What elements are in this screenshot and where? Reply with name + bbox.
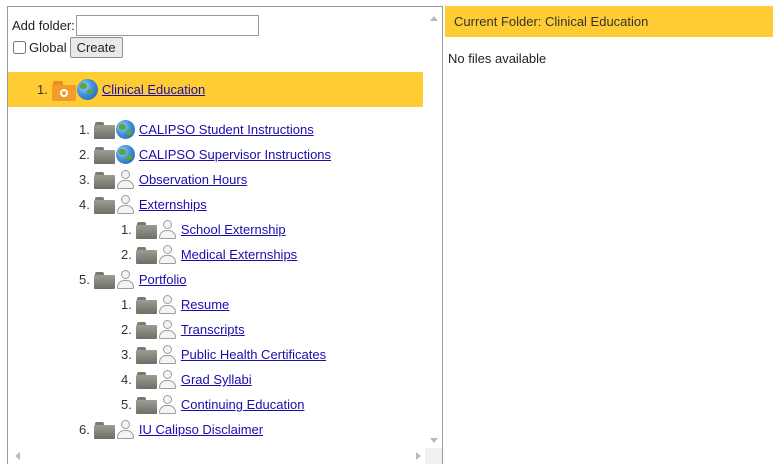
scroll-right-arrow-icon[interactable]: [416, 452, 421, 460]
scroll-up-arrow-icon[interactable]: [430, 16, 438, 21]
tree-item[interactable]: 6. IU Calipso Disclaimer: [79, 417, 263, 442]
tree-item[interactable]: 1. CALIPSO Student Instructions: [79, 117, 314, 142]
tree-item-link[interactable]: Externships: [139, 197, 207, 212]
user-icon: [158, 295, 177, 314]
tree-item-number: 5.: [121, 397, 132, 412]
globe-icon: [76, 79, 98, 100]
user-icon: [116, 270, 135, 289]
tree-item-number: 4.: [121, 372, 132, 387]
add-folder-row: Add folder:: [12, 15, 259, 36]
tree-item-link[interactable]: CALIPSO Supervisor Instructions: [139, 147, 331, 162]
tree-item-number: 2.: [121, 322, 132, 337]
tree-item-link[interactable]: Observation Hours: [139, 172, 247, 187]
tree-item-link[interactable]: Resume: [181, 297, 229, 312]
user-icon: [158, 345, 177, 364]
user-icon: [158, 320, 177, 339]
tree-item-link[interactable]: Medical Externships: [181, 247, 297, 262]
tree-item-number: 6.: [79, 422, 90, 437]
folder-icon[interactable]: [93, 121, 115, 139]
tree-item-link[interactable]: Continuing Education: [181, 397, 305, 412]
user-icon: [158, 395, 177, 414]
user-icon: [116, 195, 135, 214]
tree-item-number: 3.: [121, 347, 132, 362]
scroll-left-arrow-icon[interactable]: [15, 452, 20, 460]
globe-icon: [115, 145, 135, 164]
folder-contents-pane: Current Folder: Clinical Education No fi…: [445, 6, 773, 464]
tree-item-link[interactable]: Public Health Certificates: [181, 347, 326, 362]
tree-item-link[interactable]: CALIPSO Student Instructions: [139, 122, 314, 137]
folder-icon[interactable]: [135, 371, 157, 389]
current-folder-header: Current Folder: Clinical Education: [445, 6, 773, 37]
folder-icon[interactable]: [93, 171, 115, 189]
folder-icon[interactable]: [135, 321, 157, 339]
tree-item[interactable]: 2. Medical Externships: [121, 242, 297, 267]
tree-item[interactable]: 1. School Externship: [121, 217, 286, 242]
user-icon: [116, 420, 135, 439]
folder-icon[interactable]: [135, 396, 157, 414]
folder-icon[interactable]: [93, 196, 115, 214]
folder-icon[interactable]: [135, 221, 157, 239]
tree-item[interactable]: 1. Resume: [121, 292, 229, 317]
tree-item-number: 2.: [121, 247, 132, 262]
tree-root-link[interactable]: Clinical Education: [102, 82, 205, 97]
add-folder-label: Add folder:: [12, 18, 75, 33]
tree-item[interactable]: 4. Grad Syllabi: [121, 367, 252, 392]
tree-item-number: 4.: [79, 197, 90, 212]
create-button[interactable]: Create: [69, 37, 123, 58]
folder-icon[interactable]: [93, 421, 115, 439]
open-folder-icon[interactable]: [51, 79, 76, 101]
global-label: Global: [29, 40, 67, 55]
tree-item[interactable]: 3. Observation Hours: [79, 167, 247, 192]
tree-item-link[interactable]: IU Calipso Disclaimer: [139, 422, 263, 437]
folder-tree-pane: Add folder: Global Create 1. Clinical Ed…: [7, 6, 443, 464]
user-icon: [116, 170, 135, 189]
tree-item-number: 1.: [79, 122, 90, 137]
user-icon: [158, 245, 177, 264]
tree-item-number: 1.: [121, 222, 132, 237]
tree-item-number: 1.: [121, 297, 132, 312]
vertical-scrollbar[interactable]: [425, 7, 442, 449]
globe-icon: [115, 120, 135, 139]
tree-item-number: 5.: [79, 272, 90, 287]
scroll-down-arrow-icon[interactable]: [430, 438, 438, 443]
user-icon: [158, 370, 177, 389]
user-icon: [158, 220, 177, 239]
scrollbar-corner: [425, 448, 442, 464]
tree-item[interactable]: 5. Continuing Education: [121, 392, 304, 417]
tree-item[interactable]: 5. Portfolio: [79, 267, 187, 292]
tree-item-link[interactable]: Transcripts: [181, 322, 245, 337]
tree-root-number: 1.: [37, 82, 48, 97]
tree-item[interactable]: 2. Transcripts: [121, 317, 245, 342]
empty-files-message: No files available: [448, 51, 547, 66]
folder-icon[interactable]: [135, 346, 157, 364]
tree-item[interactable]: 3. Public Health Certificates: [121, 342, 326, 367]
horizontal-scrollbar[interactable]: [8, 448, 427, 464]
tree-item[interactable]: 4. Externships: [79, 192, 207, 217]
tree-item[interactable]: 2. CALIPSO Supervisor Instructions: [79, 142, 331, 167]
global-checkbox[interactable]: [13, 41, 26, 54]
tree-item-link[interactable]: Grad Syllabi: [181, 372, 252, 387]
tree-item-link[interactable]: Portfolio: [139, 272, 187, 287]
tree-root-row[interactable]: 1. Clinical Education: [8, 72, 423, 107]
create-folder-row: Global Create: [12, 37, 123, 58]
folder-icon[interactable]: [135, 296, 157, 314]
folder-icon[interactable]: [93, 271, 115, 289]
folder-icon[interactable]: [93, 146, 115, 164]
add-folder-input[interactable]: [75, 15, 259, 36]
tree-item-number: 3.: [79, 172, 90, 187]
tree-item-number: 2.: [79, 147, 90, 162]
folder-icon[interactable]: [135, 246, 157, 264]
tree-item-link[interactable]: School Externship: [181, 222, 286, 237]
